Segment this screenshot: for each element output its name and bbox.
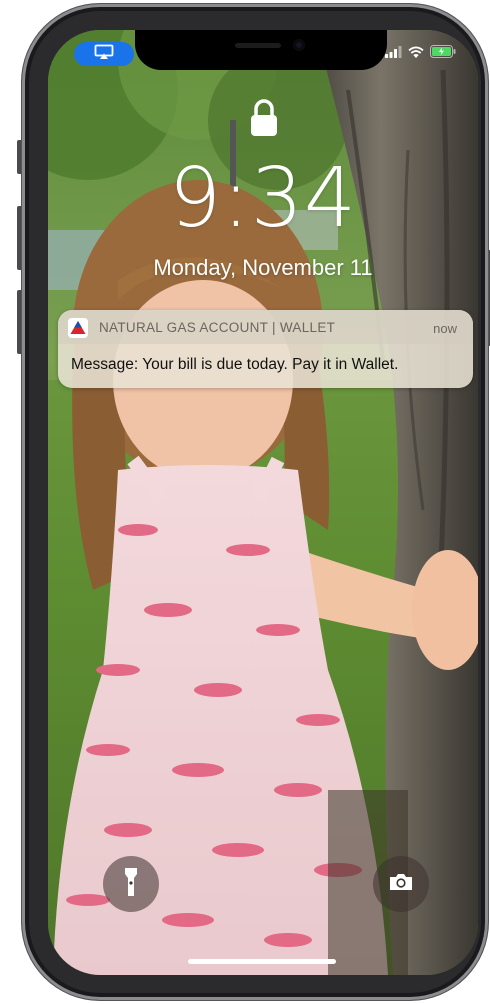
flashlight-button[interactable] (103, 856, 159, 912)
home-indicator[interactable] (188, 959, 336, 964)
notch (135, 30, 387, 70)
front-camera (293, 39, 305, 51)
lock-screen-time: 9:34 (168, 151, 358, 246)
notification-time: now (433, 321, 457, 336)
flashlight-icon (124, 867, 138, 902)
lock-screen-date: Monday, November 11 (153, 255, 373, 280)
camera-button[interactable] (373, 856, 429, 912)
camera-icon (388, 872, 414, 897)
battery-charging-icon (430, 45, 456, 63)
airplay-icon (94, 44, 114, 65)
lock-screen: 9:34 Monday, November 11 NATURAL GAS ACC… (48, 30, 478, 975)
cellular-signal-icon (385, 45, 402, 63)
natural-gas-logo-icon (68, 318, 88, 338)
notification-message: Message: Your bill is due today. Pay it … (71, 356, 399, 373)
screen-mirroring-indicator[interactable] (74, 42, 134, 66)
wallet-notification[interactable]: NATURAL GAS ACCOUNT | WALLET now Message… (58, 310, 473, 388)
wifi-icon (408, 45, 424, 63)
notification-app-name: NATURAL GAS ACCOUNT | WALLET (99, 320, 336, 335)
padlock-icon (249, 98, 279, 138)
status-icons (385, 45, 456, 63)
earpiece-speaker (235, 43, 281, 48)
